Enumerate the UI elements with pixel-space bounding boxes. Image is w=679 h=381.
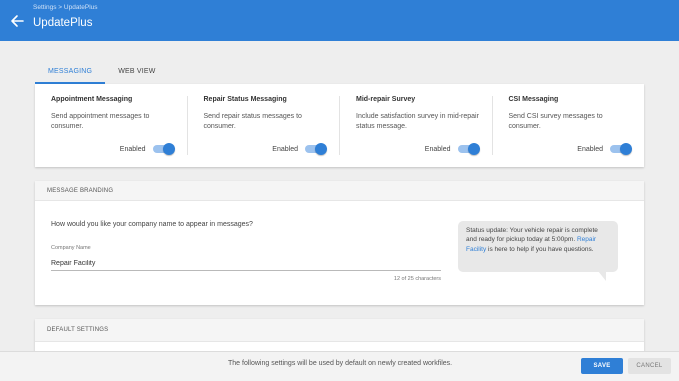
feature-csi-messaging: CSI Messaging Send CSI survey messages t… xyxy=(493,96,645,155)
branding-question: How would you like your company name to … xyxy=(51,221,253,228)
feature-appointment-messaging: Appointment Messaging Send appointment m… xyxy=(35,96,188,155)
mid-repair-survey-toggle[interactable] xyxy=(457,143,480,155)
arrow-left-icon[interactable] xyxy=(9,13,25,29)
cancel-button[interactable]: CANCEL xyxy=(628,358,671,374)
toggle-status-label: Enabled xyxy=(577,145,603,153)
feature-title: Repair Status Messaging xyxy=(203,96,287,103)
toggle-knob xyxy=(620,143,632,155)
messaging-features-card: Appointment Messaging Send appointment m… xyxy=(35,84,644,167)
company-name-input[interactable] xyxy=(51,257,441,271)
tab-web-view[interactable]: WEB VIEW xyxy=(105,66,168,82)
feature-toggle-row: Enabled xyxy=(425,143,480,155)
action-footer: The following settings will be used by d… xyxy=(0,351,679,381)
csi-messaging-toggle[interactable] xyxy=(610,143,632,155)
feature-description: Include satisfaction survey in mid-repai… xyxy=(356,113,479,131)
breadcrumb[interactable]: Settings > UpdatePlus xyxy=(33,4,98,11)
feature-title: Appointment Messaging xyxy=(51,96,133,103)
feature-toggle-row: Enabled xyxy=(577,143,632,155)
footer-note: The following settings will be used by d… xyxy=(228,360,453,367)
page-title: UpdatePlus xyxy=(33,17,93,29)
feature-toggle-row: Enabled xyxy=(120,143,175,155)
feature-mid-repair-survey: Mid-repair Survey Include satisfaction s… xyxy=(340,96,493,155)
feature-title: Mid-repair Survey xyxy=(356,96,416,103)
save-button[interactable]: SAVE xyxy=(581,358,623,374)
tab-bar: MESSAGING WEB VIEW xyxy=(35,66,169,84)
section-header: MESSAGE BRANDING xyxy=(35,181,644,201)
preview-text-after: is here to help if you have questions. xyxy=(486,245,594,253)
toggle-knob xyxy=(467,143,480,155)
toggle-status-label: Enabled xyxy=(272,145,298,153)
tab-messaging[interactable]: MESSAGING xyxy=(35,66,106,84)
section-header: DEFAULT SETTINGS xyxy=(35,319,644,342)
company-name-label: Company Name xyxy=(51,245,91,251)
toggle-knob xyxy=(162,143,175,155)
toggle-knob xyxy=(315,143,327,155)
toggle-status-label: Enabled xyxy=(119,145,146,153)
repair-status-messaging-toggle[interactable] xyxy=(305,143,327,155)
feature-description: Send CSI survey messages to consumer. xyxy=(508,113,603,131)
feature-description: Send appointment messages to consumer. xyxy=(51,113,150,131)
message-preview-bubble: Status update: Your vehicle repair is co… xyxy=(458,221,618,281)
message-branding-card: MESSAGE BRANDING How would you like your… xyxy=(35,181,644,305)
app-bar: Settings > UpdatePlus UpdatePlus xyxy=(0,0,679,41)
feature-repair-status-messaging: Repair Status Messaging Send repair stat… xyxy=(188,96,340,155)
feature-toggle-row: Enabled xyxy=(272,143,327,155)
toggle-status-label: Enabled xyxy=(424,145,451,153)
feature-description: Send repair status messages to consumer. xyxy=(203,113,302,131)
character-counter: 12 of 25 characters xyxy=(393,276,441,282)
feature-title: CSI Messaging xyxy=(508,96,559,103)
appointment-messaging-toggle[interactable] xyxy=(152,143,175,155)
